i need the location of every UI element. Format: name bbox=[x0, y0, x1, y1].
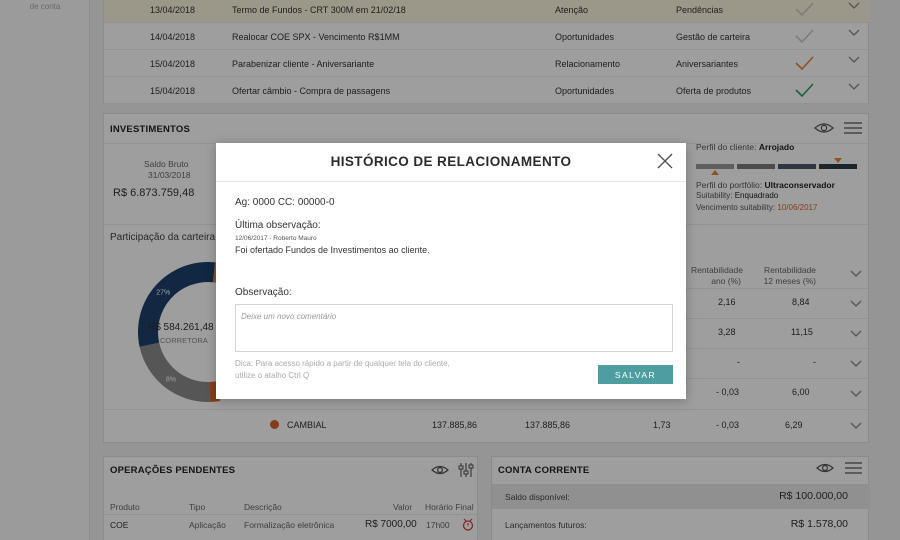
last-observation-meta: 12/06/2017 - Roberto Mauro bbox=[235, 235, 317, 242]
tip-line-2: utilize o atalho Ctrl Q bbox=[235, 371, 310, 380]
close-icon[interactable] bbox=[656, 152, 674, 170]
observation-label: Observação: bbox=[235, 287, 292, 298]
account-info: Ag: 0000 CC: 00000-0 bbox=[235, 197, 335, 208]
save-button[interactable]: SALVAR bbox=[598, 365, 673, 384]
last-observation-label: Última observação: bbox=[235, 220, 321, 231]
relationship-history-modal: HISTÓRICO DE RELACIONAMENTO Ag: 0000 CC:… bbox=[216, 143, 686, 399]
observation-textarea[interactable] bbox=[235, 304, 673, 352]
last-observation-text: Foi ofertado Fundos de Investimentos ao … bbox=[235, 245, 430, 255]
tip-line-1: Dica: Para acesso rápido a partir de qua… bbox=[235, 359, 450, 368]
modal-title: HISTÓRICO DE RELACIONAMENTO bbox=[330, 154, 572, 169]
